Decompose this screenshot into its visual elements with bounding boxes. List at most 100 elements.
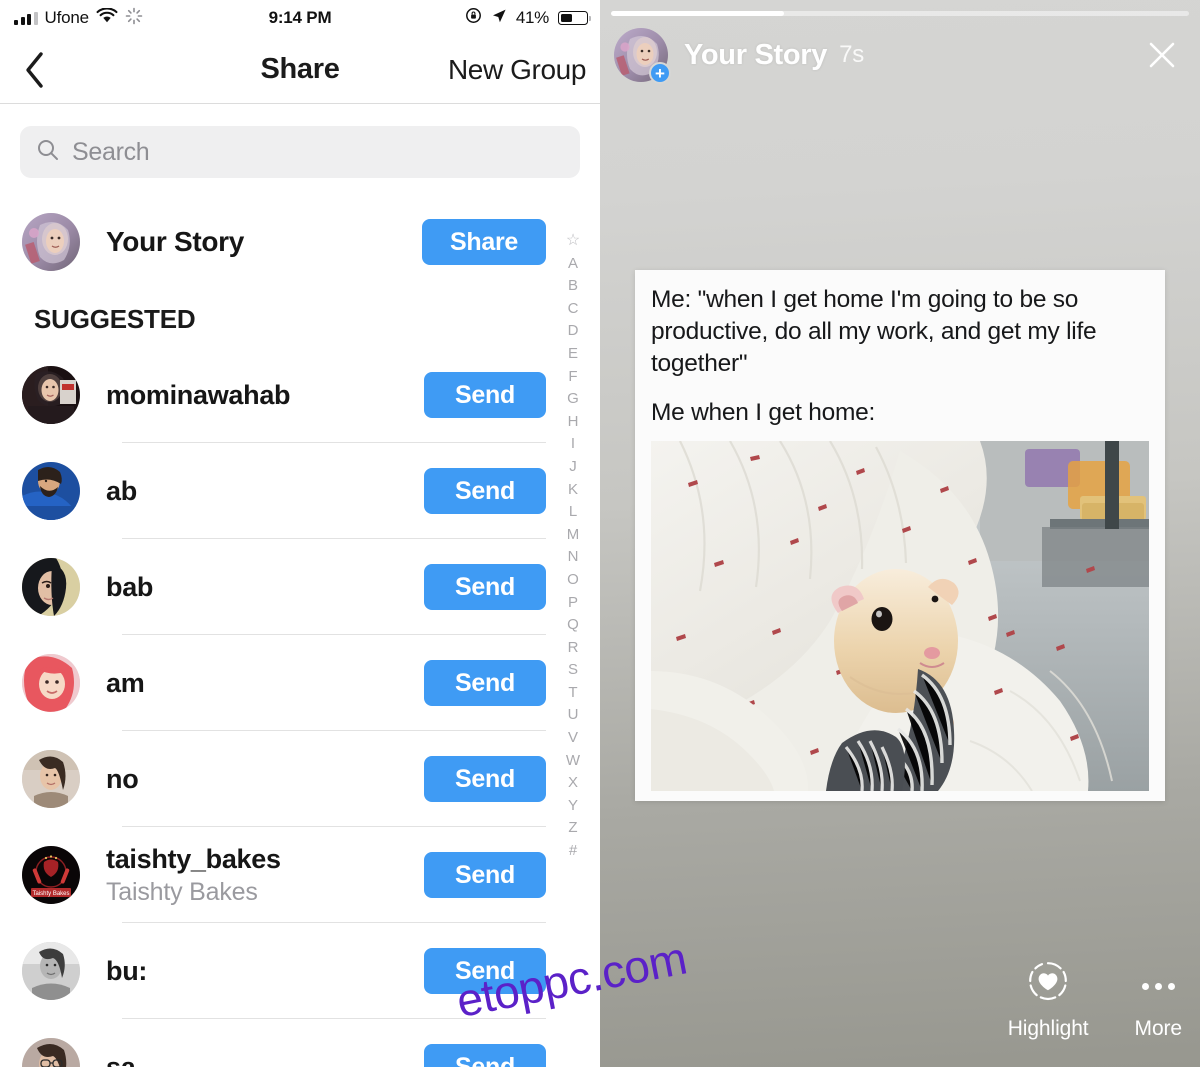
list-item[interactable]: bab Send xyxy=(0,539,600,635)
alpha-index-item[interactable]: V xyxy=(568,727,578,750)
close-icon[interactable] xyxy=(1142,35,1182,75)
avatar xyxy=(22,213,80,271)
share-sheet-panel: Ufone 9:14 PM 41% Share New Group Search… xyxy=(0,0,600,1067)
alpha-index-item[interactable]: P xyxy=(568,592,578,615)
highlight-label: Highlight xyxy=(1007,1017,1089,1040)
alpha-index-item[interactable]: X xyxy=(568,772,578,795)
username-label: ab xyxy=(106,475,137,506)
alpha-index-item[interactable]: S xyxy=(568,659,578,682)
send-button[interactable]: Send xyxy=(424,468,546,514)
send-button[interactable]: Send xyxy=(424,564,546,610)
status-bar-right: 41% xyxy=(465,0,592,36)
alpha-index-item[interactable]: N xyxy=(568,546,579,569)
rotation-lock-icon xyxy=(465,7,482,29)
new-group-button[interactable]: New Group xyxy=(448,54,586,86)
alpha-index-item[interactable]: H xyxy=(568,411,579,434)
battery-icon xyxy=(558,11,592,25)
hamster-photo xyxy=(651,441,1149,792)
story-timestamp: 7s xyxy=(839,41,865,68)
story-avatar[interactable]: + xyxy=(614,28,671,84)
list-item-your-story[interactable]: Your Story Share xyxy=(0,196,600,288)
username-label: taishty_bakes xyxy=(106,843,281,874)
list-item[interactable]: Taishty Bakes taishty_bakes Taishty Bake… xyxy=(0,827,600,923)
alpha-index-item[interactable]: I xyxy=(571,433,575,456)
avatar xyxy=(22,942,80,1000)
list-item[interactable]: ab Send xyxy=(0,443,600,539)
alpha-index-item[interactable]: D xyxy=(568,320,579,343)
list-item[interactable]: no Send xyxy=(0,731,600,827)
username-label: bu: xyxy=(106,955,148,986)
section-header-suggested: SUGGESTED xyxy=(34,304,196,334)
wifi-icon xyxy=(96,6,118,29)
story-progress-bar xyxy=(611,11,1189,16)
fullname-label: Taishty Bakes xyxy=(106,877,258,906)
story-viewer-panel: + Your Story 7s Me: "when I get home I'm… xyxy=(600,0,1200,1067)
list-item[interactable]: mominawahab Send xyxy=(0,347,600,443)
story-username: Your Story xyxy=(684,38,828,71)
screenshot-root: Ufone 9:14 PM 41% Share New Group Search… xyxy=(0,0,1200,1067)
location-arrow-icon xyxy=(491,8,507,29)
alpha-index-item[interactable]: E xyxy=(568,343,578,366)
alpha-index-item[interactable]: Y xyxy=(568,795,578,818)
alpha-index-item[interactable]: U xyxy=(568,704,579,727)
send-button[interactable]: Send xyxy=(424,1044,546,1067)
list-item-names: taishty_bakes Taishty Bakes xyxy=(106,844,424,907)
search-box[interactable]: Search xyxy=(20,126,580,178)
send-button[interactable]: Send xyxy=(424,660,546,706)
add-to-story-icon[interactable]: + xyxy=(649,62,671,84)
search-container: Search xyxy=(0,104,600,196)
story-header: + Your Story 7s xyxy=(600,24,1200,86)
alpha-index-item[interactable]: G xyxy=(567,388,579,411)
username-label: sa xyxy=(106,1051,136,1067)
avatar xyxy=(22,750,80,808)
username-label: bab xyxy=(106,571,154,602)
avatar xyxy=(22,654,80,712)
list-item-names: mominawahab xyxy=(106,380,424,411)
carrier-label: Ufone xyxy=(44,8,90,27)
alpha-index-item[interactable]: K xyxy=(568,479,578,502)
alpha-index-item[interactable]: L xyxy=(569,501,577,524)
alpha-index-item[interactable]: A xyxy=(568,253,578,276)
alpha-index-item[interactable]: ☆ xyxy=(566,230,580,253)
list-item-names: bab xyxy=(106,572,424,603)
alpha-index-item[interactable]: W xyxy=(566,750,580,773)
list-item[interactable]: am Send xyxy=(0,635,600,731)
alphabet-index-scrubber[interactable]: ☆ A B C D E F G H I J K L M N O P Q R S … xyxy=(560,230,586,863)
share-button[interactable]: Share xyxy=(422,219,546,265)
username-label: am xyxy=(106,667,145,698)
avatar xyxy=(22,558,80,616)
alpha-index-item[interactable]: O xyxy=(567,569,579,592)
more-label: More xyxy=(1134,1017,1183,1040)
search-icon xyxy=(36,138,60,167)
list-item-names: am xyxy=(106,668,424,699)
alpha-index-item[interactable]: R xyxy=(568,637,579,660)
alpha-index-item[interactable]: F xyxy=(568,366,577,389)
send-button[interactable]: Send xyxy=(424,372,546,418)
meme-text-line-1: Me: "when I get home I'm going to be so … xyxy=(651,286,1097,378)
more-button[interactable]: More xyxy=(1135,964,1182,1041)
send-button[interactable]: Send xyxy=(424,756,546,802)
status-bar: Ufone 9:14 PM 41% xyxy=(0,0,600,36)
alpha-index-item[interactable]: C xyxy=(568,298,579,321)
ellipsis-icon xyxy=(1141,964,1175,1008)
story-action-bar: Highlight More xyxy=(1008,959,1182,1041)
list-item[interactable]: sa Send xyxy=(0,1019,600,1067)
highlight-button[interactable]: Highlight xyxy=(1008,959,1089,1041)
send-button[interactable]: Send xyxy=(424,852,546,898)
username-label: no xyxy=(106,763,139,794)
list-item-names: ab xyxy=(106,476,424,507)
alpha-index-item[interactable]: # xyxy=(569,840,577,863)
alpha-index-item[interactable]: T xyxy=(568,682,577,705)
svg-text:Taishty Bakes: Taishty Bakes xyxy=(32,891,69,897)
alpha-index-item[interactable]: B xyxy=(568,275,578,298)
username-label: mominawahab xyxy=(106,379,291,410)
meme-text-line-2: Me when I get home: xyxy=(651,399,876,427)
alpha-index-item[interactable]: Z xyxy=(568,817,577,840)
recipient-list: Your Story Share SUGGESTED mominawahab S… xyxy=(0,196,600,1067)
alpha-index-item[interactable]: Q xyxy=(567,614,579,637)
alpha-index-item[interactable]: M xyxy=(567,524,580,547)
alpha-index-item[interactable]: J xyxy=(569,456,577,479)
signal-bars-icon xyxy=(14,11,38,25)
story-progress-fill xyxy=(611,11,785,16)
search-input[interactable]: Search xyxy=(72,138,150,167)
